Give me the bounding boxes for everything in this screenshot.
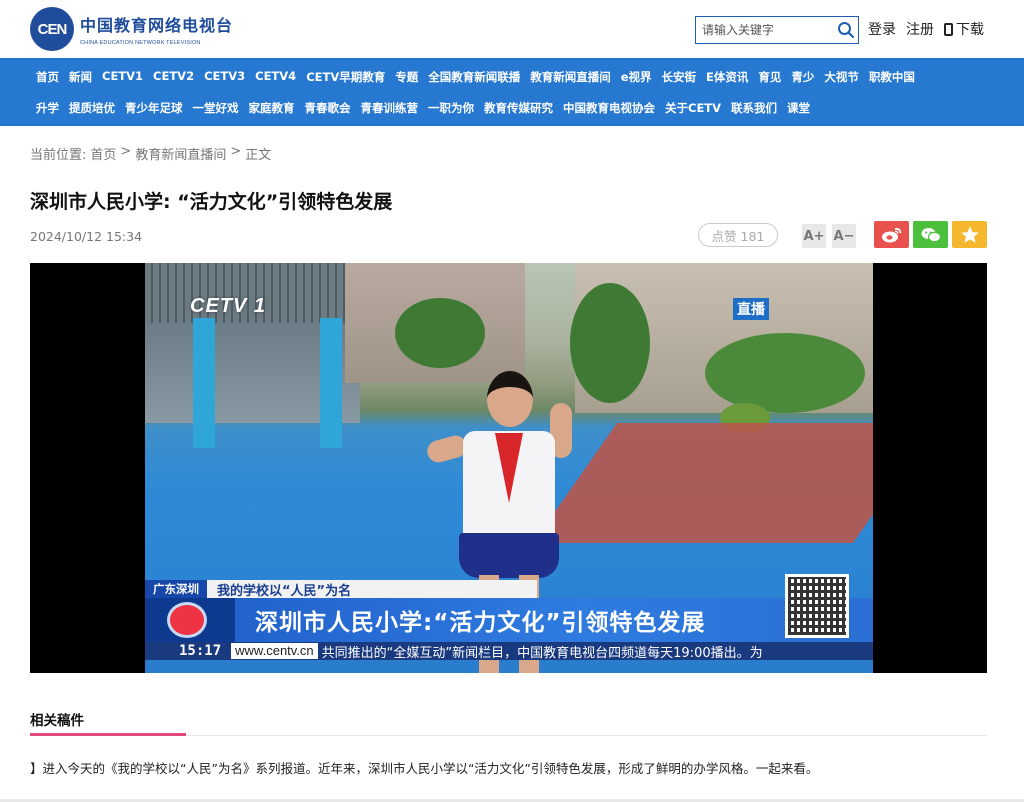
article-summary: 】进入今天的《我的学校以“人民”为名》系列报道。近年来，深圳市人民小学以“活力文… bbox=[30, 761, 819, 776]
nav-item[interactable]: 全国教育新闻联播 bbox=[428, 69, 520, 85]
location-tag: 广东深圳 bbox=[145, 580, 207, 598]
breadcrumb: 当前位置: 首页 > 教育新闻直播间 > 正文 bbox=[30, 144, 275, 163]
star-icon bbox=[960, 226, 979, 243]
logo-chinese-name: 中国教育网络电视台 bbox=[80, 16, 234, 35]
nav-item[interactable]: 青春歌会 bbox=[305, 100, 351, 116]
school-emblem-icon bbox=[145, 598, 235, 642]
breadcrumb-prefix: 当前位置: bbox=[30, 148, 87, 163]
breadcrumb-separator: > bbox=[230, 144, 242, 159]
lower-third-top: 广东深圳 我的学校以“人民”为名 bbox=[145, 580, 537, 599]
nav-item[interactable]: 青春训练营 bbox=[361, 100, 419, 116]
nav-item[interactable]: 育见 bbox=[758, 69, 781, 85]
login-link[interactable]: 登录 bbox=[868, 19, 896, 39]
favorite-button[interactable] bbox=[952, 221, 987, 248]
nav-row-2: 升学 提质培优 青少年足球 一堂好戏 家庭教育 青春歌会 青春训练营 一职为你 … bbox=[36, 100, 820, 116]
wechat-share-button[interactable] bbox=[913, 221, 948, 248]
video-player[interactable]: CETV 1 直播 广东深圳 我的学校以“人民”为名 深圳市人民小学:“活力文化… bbox=[30, 263, 987, 673]
nav-item[interactable]: 课堂 bbox=[787, 100, 810, 116]
live-badge: 直播 bbox=[733, 298, 769, 320]
nav-item[interactable]: 大视节 bbox=[824, 69, 859, 85]
user-links: 登录 注册 下载 bbox=[868, 19, 994, 39]
nav-item[interactable]: e视界 bbox=[621, 69, 652, 85]
broadcast-url: www.centv.cn bbox=[231, 643, 318, 659]
heading-accent bbox=[30, 733, 186, 736]
main-nav: 首页 新闻 CETV1 CETV2 CETV3 CETV4 CETV早期教育 专… bbox=[0, 58, 1024, 126]
download-label: 下载 bbox=[956, 22, 984, 38]
nav-item[interactable]: 中国教育电视协会 bbox=[563, 100, 655, 116]
search-icon[interactable] bbox=[837, 21, 855, 39]
search-box bbox=[695, 16, 859, 44]
nav-item[interactable]: CETV1 bbox=[102, 69, 143, 85]
nav-row-1: 首页 新闻 CETV1 CETV2 CETV3 CETV4 CETV早期教育 专… bbox=[36, 69, 925, 85]
nav-item[interactable]: 教育新闻直播间 bbox=[530, 69, 611, 85]
nav-item[interactable]: 教育传媒研究 bbox=[484, 100, 553, 116]
nav-item[interactable]: CETV3 bbox=[204, 69, 245, 85]
nav-item[interactable]: 首页 bbox=[36, 69, 59, 85]
channel-logo: CETV 1 bbox=[190, 295, 267, 317]
logo-english-name: CHINA EDUCATION NETWORK TELEVISION bbox=[80, 40, 201, 46]
breadcrumb-separator: > bbox=[120, 144, 132, 159]
nav-item[interactable]: 一职为你 bbox=[428, 100, 474, 116]
nav-item[interactable]: 青少年足球 bbox=[125, 100, 183, 116]
series-topic: 我的学校以“人民”为名 bbox=[207, 580, 537, 599]
ticker-text: 共同推出的“全媒互动”新闻栏目，中国教育电视台四频道每天19:00播出。为 bbox=[321, 645, 763, 661]
phone-icon bbox=[944, 22, 953, 36]
qr-code-icon bbox=[785, 574, 849, 638]
broadcast-time: 15:17 bbox=[179, 643, 222, 659]
weibo-icon bbox=[881, 227, 901, 242]
nav-item[interactable]: 家庭教育 bbox=[249, 100, 295, 116]
top-header: CEN 中国教育网络电视台 CHINA EDUCATION NETWORK TE… bbox=[0, 0, 1024, 58]
lower-third-ticker: 15:17 www.centv.cn 共同推出的“全媒互动”新闻栏目，中国教育电… bbox=[145, 642, 873, 661]
nav-item[interactable]: 升学 bbox=[36, 100, 59, 116]
nav-item[interactable]: 职教中国 bbox=[869, 69, 915, 85]
related-heading: 相关稿件 bbox=[30, 713, 84, 729]
logo-badge: CEN bbox=[30, 7, 74, 51]
nav-item[interactable]: 专题 bbox=[395, 69, 418, 85]
weibo-share-button[interactable] bbox=[874, 221, 909, 248]
nav-item[interactable]: E体资讯 bbox=[706, 69, 748, 85]
nav-item[interactable]: 一堂好戏 bbox=[193, 100, 239, 116]
lower-third-main: 深圳市人民小学:“活力文化”引领特色发展 bbox=[145, 598, 873, 642]
nav-item[interactable]: CETV早期教育 bbox=[306, 69, 385, 85]
nav-item[interactable]: CETV2 bbox=[153, 69, 194, 85]
font-increase-button[interactable]: A+ bbox=[802, 224, 826, 248]
download-link[interactable]: 下载 bbox=[944, 19, 984, 39]
nav-item[interactable]: 青少 bbox=[791, 69, 814, 85]
nav-item[interactable]: 联系我们 bbox=[731, 100, 777, 116]
wechat-icon bbox=[921, 227, 941, 242]
search-input[interactable] bbox=[696, 17, 832, 43]
nav-item[interactable]: 新闻 bbox=[69, 69, 92, 85]
video-headline: 深圳市人民小学:“活力文化”引领特色发展 bbox=[255, 610, 706, 636]
register-link[interactable]: 注册 bbox=[906, 19, 934, 39]
breadcrumb-section[interactable]: 教育新闻直播间 bbox=[135, 144, 226, 163]
breadcrumb-current: 正文 bbox=[245, 148, 272, 163]
site-logo[interactable]: CEN 中国教育网络电视台 CHINA EDUCATION NETWORK TE… bbox=[30, 7, 233, 51]
like-button[interactable]: 点赞 181 bbox=[698, 223, 778, 247]
article-date: 2024/10/12 15:34 bbox=[30, 229, 143, 244]
article-title: 深圳市人民小学: “活力文化”引领特色发展 bbox=[30, 191, 393, 213]
font-decrease-button[interactable]: A− bbox=[832, 224, 856, 248]
nav-item[interactable]: CETV4 bbox=[255, 69, 296, 85]
nav-item[interactable]: 长安街 bbox=[662, 69, 697, 85]
breadcrumb-home[interactable]: 首页 bbox=[90, 144, 116, 163]
nav-item[interactable]: 关于CETV bbox=[665, 100, 721, 116]
nav-item[interactable]: 提质培优 bbox=[69, 100, 115, 116]
